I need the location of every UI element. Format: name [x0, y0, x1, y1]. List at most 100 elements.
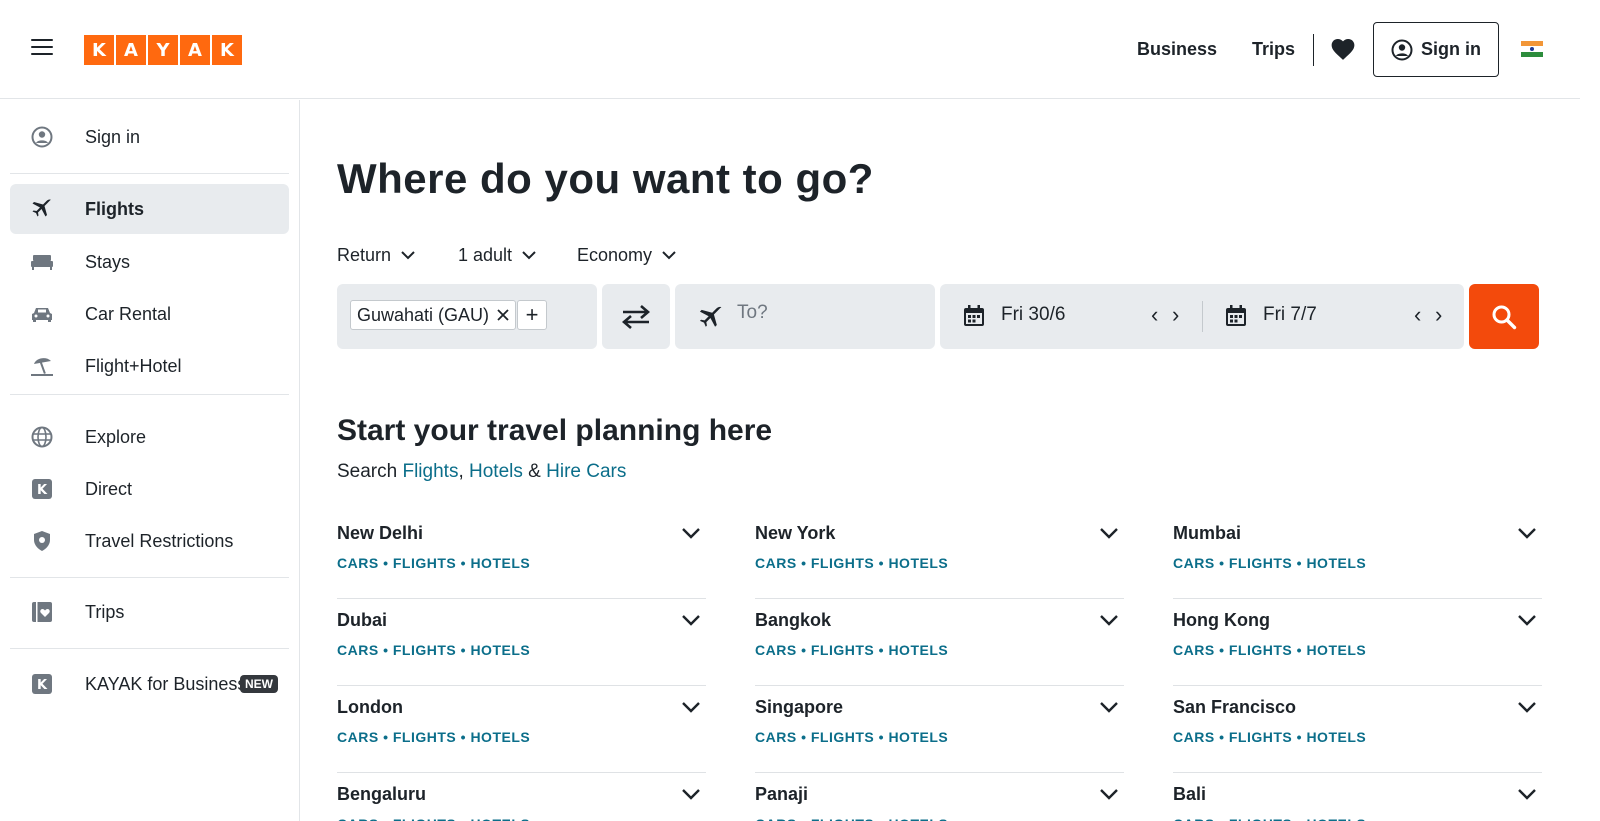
flights-link[interactable]: FLIGHTS — [811, 816, 874, 821]
city-card[interactable]: New York CARS • FLIGHTS • HOTELS — [755, 512, 1124, 599]
business-link[interactable]: Business — [1137, 39, 1217, 60]
hire-cars-link[interactable]: Hire Cars — [546, 461, 626, 482]
city-name[interactable]: New Delhi — [337, 523, 423, 544]
city-card[interactable]: New Delhi CARS • FLIGHTS • HOTELS — [337, 512, 706, 599]
return-date[interactable]: Fri 7/7 — [1263, 304, 1317, 326]
trips-link[interactable]: Trips — [1252, 39, 1295, 60]
hotels-link[interactable]: HOTELS — [1306, 816, 1366, 821]
flights-link[interactable]: FLIGHTS — [1229, 816, 1292, 821]
flights-link[interactable]: FLIGHTS — [393, 729, 456, 745]
hotels-link[interactable]: HOTELS — [470, 729, 530, 745]
india-flag-icon[interactable] — [1521, 41, 1543, 57]
sidebar-item-car-rental[interactable]: Car Rental — [10, 289, 289, 339]
sidebar-item-explore[interactable]: Explore — [10, 412, 289, 462]
cars-link[interactable]: CARS — [755, 816, 797, 821]
chevron-down-icon[interactable] — [680, 696, 702, 718]
depart-date[interactable]: Fri 30/6 — [1001, 304, 1065, 326]
city-card[interactable]: Panaji CARS • FLIGHTS • HOTELS — [755, 773, 1124, 821]
flights-link[interactable]: FLIGHTS — [811, 555, 874, 571]
hotels-link[interactable]: HOTELS — [470, 816, 530, 821]
flights-link[interactable]: FLIGHTS — [1229, 555, 1292, 571]
city-name[interactable]: Panaji — [755, 784, 808, 805]
kayak-logo[interactable]: K A Y A K — [84, 35, 242, 65]
city-card[interactable]: Singapore CARS • FLIGHTS • HOTELS — [755, 686, 1124, 773]
flights-link[interactable]: FLIGHTS — [393, 816, 456, 821]
chevron-down-icon[interactable] — [1516, 783, 1538, 805]
hotels-link[interactable]: HOTELS — [470, 555, 530, 571]
city-card[interactable]: Hong Kong CARS • FLIGHTS • HOTELS — [1173, 599, 1542, 686]
chevron-down-icon[interactable] — [1516, 522, 1538, 544]
destination-field[interactable] — [675, 284, 935, 349]
cars-link[interactable]: CARS — [1173, 642, 1215, 658]
city-name[interactable]: Singapore — [755, 697, 843, 718]
sidebar-item-flight-hotel[interactable]: Flight+Hotel — [10, 341, 289, 391]
chevron-down-icon[interactable] — [680, 522, 702, 544]
sidebar-item-direct[interactable]: K Direct — [10, 464, 289, 514]
chevron-down-icon[interactable] — [1098, 609, 1120, 631]
header-sign-in-button[interactable]: Sign in — [1373, 22, 1499, 77]
hotels-link[interactable]: HOTELS — [1306, 642, 1366, 658]
trip-type-dropdown[interactable]: Return — [337, 245, 415, 266]
chevron-right-icon[interactable]: › — [1435, 302, 1442, 328]
chevron-down-icon[interactable] — [680, 609, 702, 631]
cars-link[interactable]: CARS — [755, 729, 797, 745]
city-name[interactable]: Bali — [1173, 784, 1206, 805]
city-name[interactable]: Bangkok — [755, 610, 831, 631]
swap-button[interactable] — [602, 284, 670, 349]
cabin-class-dropdown[interactable]: Economy — [577, 245, 676, 266]
city-name[interactable]: Hong Kong — [1173, 610, 1270, 631]
hotels-link[interactable]: HOTELS — [888, 729, 948, 745]
hotels-link[interactable]: HOTELS — [1306, 555, 1366, 571]
city-name[interactable]: Bengaluru — [337, 784, 426, 805]
hotels-link[interactable]: HOTELS — [470, 642, 530, 658]
cars-link[interactable]: CARS — [1173, 555, 1215, 571]
origin-field[interactable]: Guwahati (GAU) + — [337, 284, 597, 349]
hotels-link[interactable]: HOTELS — [888, 642, 948, 658]
cars-link[interactable]: CARS — [337, 729, 379, 745]
city-name[interactable]: London — [337, 697, 403, 718]
flights-link[interactable]: FLIGHTS — [1229, 729, 1292, 745]
destination-input[interactable] — [737, 302, 917, 324]
heart-icon[interactable] — [1330, 37, 1356, 61]
city-name[interactable]: New York — [755, 523, 835, 544]
hotels-link[interactable]: HOTELS — [888, 555, 948, 571]
flights-link[interactable]: Flights — [402, 461, 458, 482]
add-origin-button[interactable]: + — [517, 300, 547, 330]
chevron-down-icon[interactable] — [1516, 609, 1538, 631]
sidebar-item-sign-in[interactable]: Sign in — [10, 112, 289, 162]
origin-chip[interactable]: Guwahati (GAU) — [350, 300, 517, 330]
hotels-link[interactable]: Hotels — [469, 461, 523, 482]
cars-link[interactable]: CARS — [337, 642, 379, 658]
chevron-down-icon[interactable] — [680, 783, 702, 805]
flights-link[interactable]: FLIGHTS — [811, 642, 874, 658]
travellers-dropdown[interactable]: 1 adult — [458, 245, 536, 266]
chevron-left-icon[interactable]: ‹ — [1151, 302, 1158, 328]
sidebar-item-stays[interactable]: Stays — [10, 237, 289, 287]
hotels-link[interactable]: HOTELS — [888, 816, 948, 821]
city-name[interactable]: San Francisco — [1173, 697, 1296, 718]
city-card[interactable]: Mumbai CARS • FLIGHTS • HOTELS — [1173, 512, 1542, 599]
cars-link[interactable]: CARS — [1173, 816, 1215, 821]
hotels-link[interactable]: HOTELS — [1306, 729, 1366, 745]
cars-link[interactable]: CARS — [755, 555, 797, 571]
search-button[interactable] — [1469, 284, 1539, 349]
flights-link[interactable]: FLIGHTS — [393, 642, 456, 658]
sidebar-item-trips[interactable]: Trips — [10, 587, 289, 637]
cars-link[interactable]: CARS — [755, 642, 797, 658]
city-card[interactable]: San Francisco CARS • FLIGHTS • HOTELS — [1173, 686, 1542, 773]
cars-link[interactable]: CARS — [337, 816, 379, 821]
close-icon[interactable] — [497, 309, 509, 321]
sidebar-item-flights[interactable]: Flights — [10, 184, 289, 234]
flights-link[interactable]: FLIGHTS — [811, 729, 874, 745]
flights-link[interactable]: FLIGHTS — [1229, 642, 1292, 658]
city-card[interactable]: Bali CARS • FLIGHTS • HOTELS — [1173, 773, 1542, 821]
city-card[interactable]: Dubai CARS • FLIGHTS • HOTELS — [337, 599, 706, 686]
chevron-down-icon[interactable] — [1098, 696, 1120, 718]
menu-icon[interactable] — [31, 39, 53, 57]
city-card[interactable]: Bengaluru CARS • FLIGHTS • HOTELS — [337, 773, 706, 821]
city-name[interactable]: Dubai — [337, 610, 387, 631]
chevron-left-icon[interactable]: ‹ — [1414, 302, 1421, 328]
sidebar-item-travel-restrictions[interactable]: Travel Restrictions — [10, 516, 289, 566]
chevron-down-icon[interactable] — [1098, 783, 1120, 805]
chevron-down-icon[interactable] — [1516, 696, 1538, 718]
